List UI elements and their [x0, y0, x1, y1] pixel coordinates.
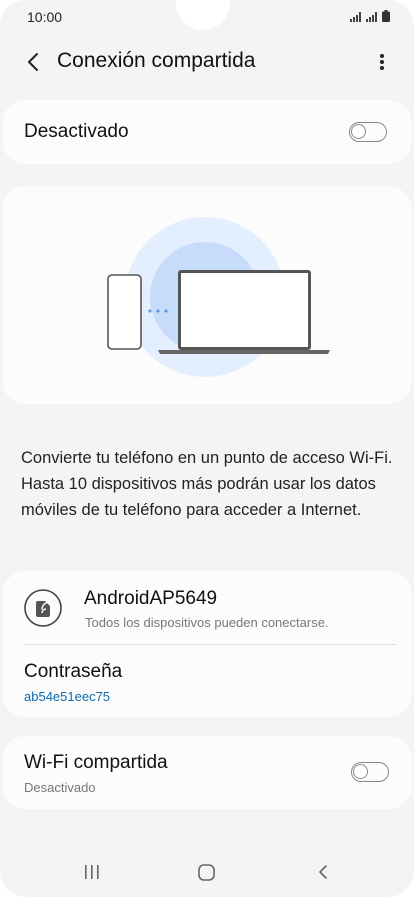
battery-icon — [382, 10, 390, 22]
illustration-card — [2, 186, 412, 404]
recent-apps-icon[interactable] — [82, 862, 102, 882]
hotspot-illustration — [107, 217, 330, 377]
wifi-sharing-label: Wi-Fi compartida — [24, 752, 168, 773]
master-switch-label: Desactivado — [24, 121, 129, 142]
network-name-row[interactable]: AndroidAP5649 Todos los dispositivos pue… — [2, 571, 412, 643]
back-nav-icon[interactable] — [314, 862, 334, 882]
wifi-sharing-status: Desactivado — [24, 780, 96, 795]
toggle-knob — [351, 124, 366, 139]
phone-screen: 10:00 Conexión compartida Desactivado Co… — [0, 0, 414, 897]
home-icon[interactable] — [196, 861, 218, 883]
page-title: Conexión compartida — [57, 49, 256, 72]
status-icons — [350, 10, 390, 22]
wifi-sharing-row[interactable]: Wi-Fi compartida Desactivado — [2, 736, 412, 809]
signal-icon-2 — [366, 12, 377, 22]
signal-icon — [350, 12, 361, 22]
toggle-knob — [353, 764, 368, 779]
password-label: Contraseña — [24, 661, 123, 682]
network-card: AndroidAP5649 Todos los dispositivos pue… — [2, 571, 412, 717]
network-name: AndroidAP5649 — [84, 588, 218, 609]
status-bar: 10:00 — [0, 0, 414, 34]
password-row[interactable]: Contraseña ab54e51eec75 — [2, 645, 412, 717]
password-value: ab54e51eec75 — [24, 689, 111, 704]
master-switch-toggle[interactable] — [349, 122, 387, 142]
more-options-icon[interactable] — [368, 46, 396, 78]
wifi-sharing-toggle[interactable] — [351, 762, 389, 782]
app-bar: Conexión compartida — [0, 34, 414, 90]
navigation-bar — [0, 842, 414, 897]
hotspot-network-icon — [24, 589, 62, 627]
hotspot-description: Convierte tu teléfono en un punto de acc… — [21, 448, 393, 519]
status-time: 10:00 — [27, 9, 63, 25]
back-arrow-icon[interactable] — [18, 46, 50, 78]
network-visibility: Todos los dispositivos pueden conectarse… — [85, 615, 329, 630]
master-switch-row[interactable]: Desactivado — [2, 100, 412, 164]
